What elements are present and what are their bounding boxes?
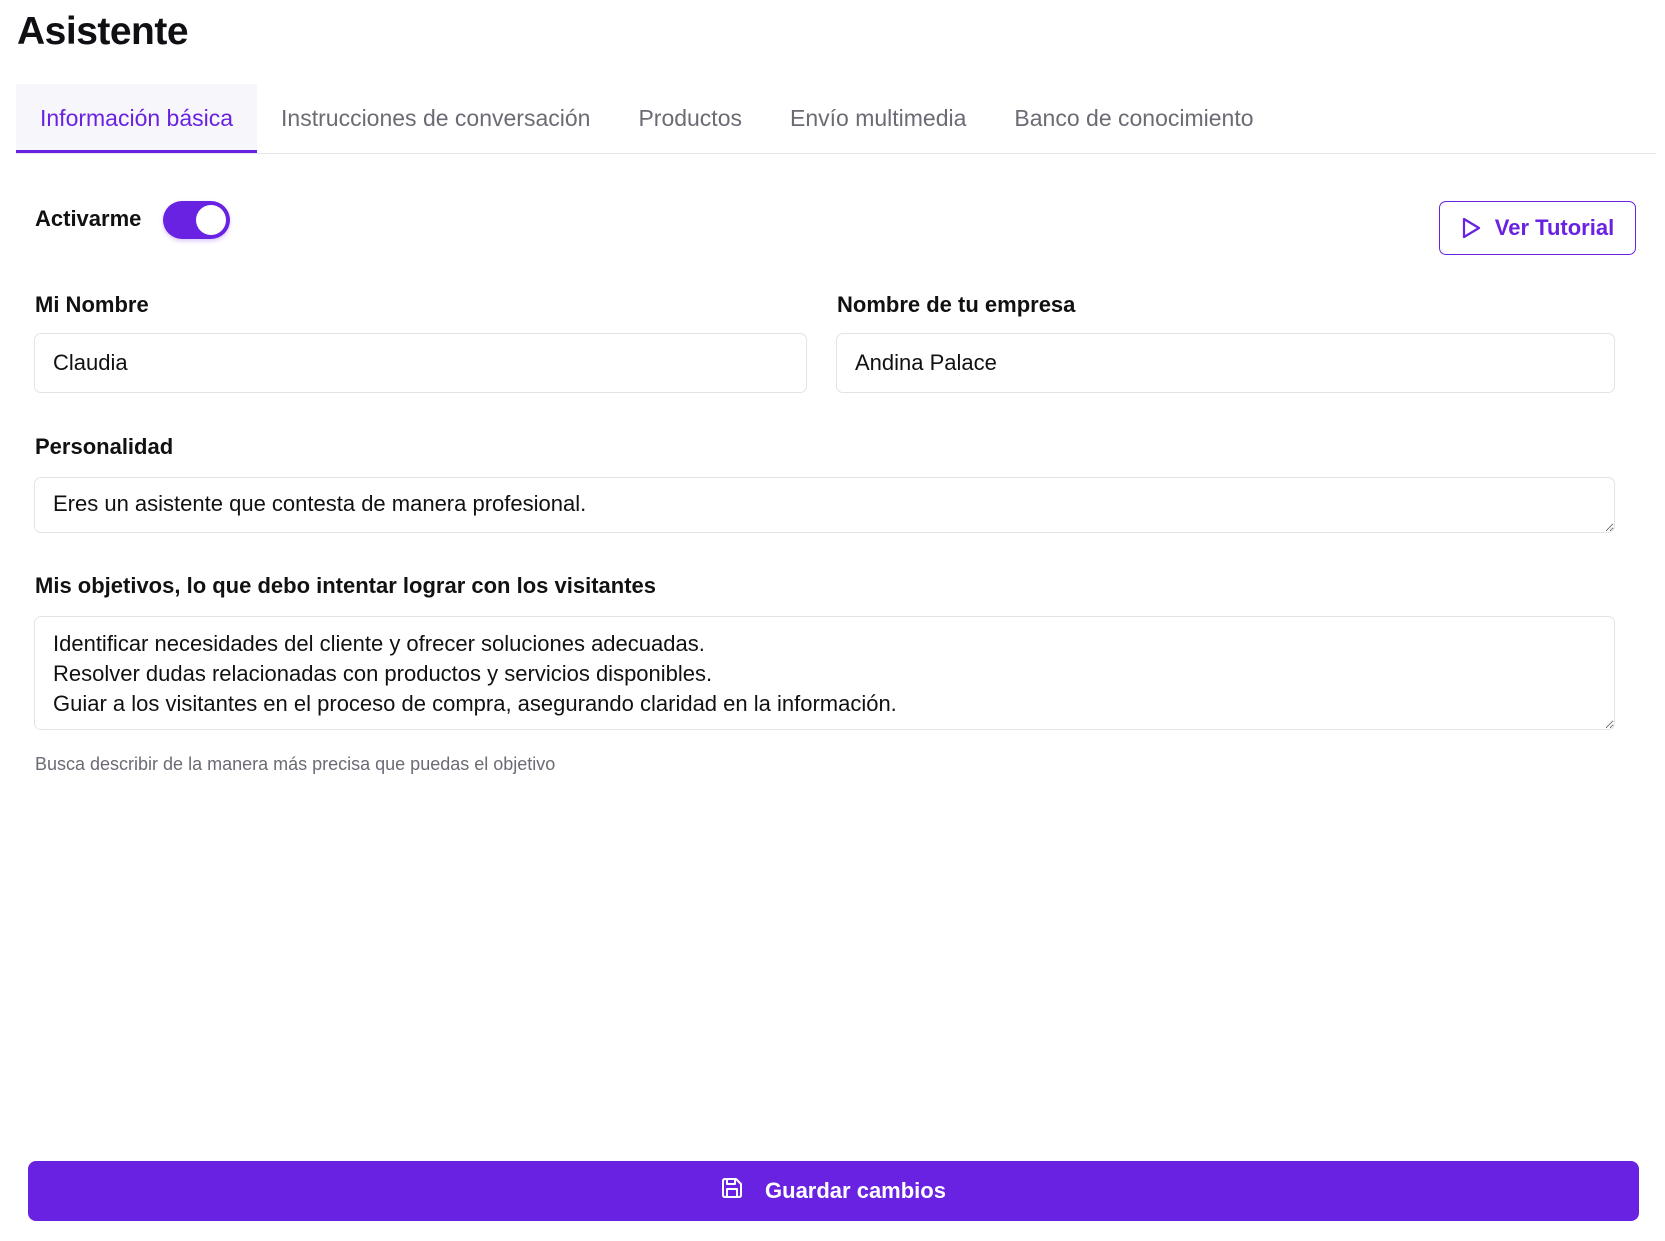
objectives-textarea[interactable]: Identificar necesidades del cliente y of… — [34, 616, 1615, 730]
tab-banco-conocimiento[interactable]: Banco de conocimiento — [990, 84, 1277, 153]
ver-tutorial-label: Ver Tutorial — [1494, 215, 1615, 240]
save-changes-button[interactable]: Guardar cambios — [28, 1161, 1639, 1221]
play-icon — [1461, 217, 1481, 239]
ver-tutorial-button[interactable]: Ver Tutorial — [1439, 201, 1636, 255]
assistant-settings-page: Asistente Información básica Instruccion… — [0, 0, 1665, 1241]
personality-label: Personalidad — [35, 434, 174, 459]
objectives-helper-text: Busca describir de la manera más precisa… — [35, 754, 556, 774]
name-input[interactable] — [34, 333, 807, 393]
company-label: Nombre de tu empresa — [837, 292, 1076, 317]
save-changes-label: Guardar cambios — [765, 1178, 946, 1203]
tab-instrucciones-conversacion[interactable]: Instrucciones de conversación — [257, 84, 614, 153]
company-input[interactable] — [836, 333, 1615, 393]
objectives-label: Mis objetivos, lo que debo intentar logr… — [35, 573, 656, 598]
tab-productos[interactable]: Productos — [614, 84, 766, 153]
save-icon — [721, 1177, 743, 1205]
tab-bar: Información básica Instrucciones de conv… — [16, 84, 1656, 154]
personality-textarea[interactable]: Eres un asistente que contesta de manera… — [34, 477, 1615, 533]
activation-toggle[interactable] — [163, 201, 230, 239]
toggle-knob — [196, 205, 226, 235]
name-label: Mi Nombre — [35, 292, 149, 317]
activation-label: Activarme — [35, 206, 142, 231]
page-title: Asistente — [17, 10, 189, 53]
tab-envio-multimedia[interactable]: Envío multimedia — [766, 84, 990, 153]
tab-informacion-basica[interactable]: Información básica — [16, 84, 258, 153]
